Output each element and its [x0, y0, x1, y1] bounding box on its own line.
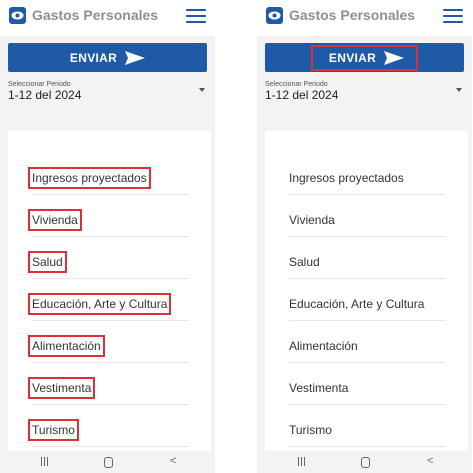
category-item-alimentacion[interactable]: Alimentación: [289, 321, 446, 363]
category-label: Vivienda: [289, 213, 335, 227]
category-item-turismo[interactable]: Turismo: [289, 405, 446, 447]
dropdown-caret-icon: [456, 88, 462, 92]
app-bar: Gastos Personales: [257, 0, 472, 36]
period-select[interactable]: Seleccionar Periodo 1-12 del 2024: [265, 80, 464, 104]
send-arrow-icon: [384, 50, 405, 65]
category-label: Educación, Arte y Cultura: [289, 297, 425, 311]
category-label: Vestimenta: [27, 377, 96, 399]
category-item-vivienda[interactable]: Vivienda: [289, 195, 446, 237]
recent-apps-icon[interactable]: [297, 457, 307, 466]
category-item-educacion[interactable]: Educación, Arte y Cultura: [27, 279, 189, 321]
category-label: Alimentación: [289, 339, 358, 353]
home-icon[interactable]: [104, 457, 113, 468]
category-item-ingresos[interactable]: Ingresos proyectados: [28, 153, 189, 195]
android-nav-bar: <: [0, 451, 215, 473]
send-button[interactable]: ENVIAR: [265, 43, 464, 72]
period-label: Seleccionar Periodo: [265, 81, 328, 88]
divider: [289, 446, 446, 447]
android-nav-bar: <: [257, 451, 472, 473]
send-button-label: ENVIAR: [328, 50, 377, 65]
category-label: Alimentación: [28, 335, 105, 357]
divider: [32, 446, 189, 447]
hamburger-menu-icon[interactable]: [443, 9, 463, 24]
back-icon[interactable]: <: [427, 456, 433, 467]
category-item-salud[interactable]: Salud: [28, 237, 189, 279]
category-item-ingresos[interactable]: Ingresos proyectados: [289, 153, 446, 195]
category-item-educacion[interactable]: Educación, Arte y Cultura: [289, 279, 446, 321]
category-label: Ingresos proyectados: [289, 171, 404, 185]
period-label: Seleccionar Periodo: [8, 81, 71, 88]
category-label: Salud: [28, 251, 67, 273]
category-item-turismo[interactable]: Turismo: [28, 405, 189, 447]
category-label: Turismo: [289, 423, 332, 437]
screen-left: Gastos Personales ENVIAR Seleccionar Per…: [0, 0, 215, 473]
send-arrow-icon: [125, 50, 146, 65]
screen-right: Gastos Personales ENVIAR Seleccionar Per…: [257, 0, 472, 473]
category-card: Ingresos proyectados Vivienda Salud Educ…: [265, 131, 468, 451]
category-item-alimentacion[interactable]: Alimentación: [28, 321, 189, 363]
category-label: Turismo: [28, 419, 79, 441]
app-title: Gastos Personales: [289, 7, 416, 23]
app-logo-eye-icon: [9, 7, 26, 24]
period-select[interactable]: Seleccionar Periodo 1-12 del 2024: [8, 80, 207, 104]
category-item-vivienda[interactable]: Vivienda: [28, 195, 189, 237]
category-label: Educación, Arte y Cultura: [27, 293, 172, 315]
send-button-highlight: ENVIAR: [310, 44, 419, 71]
dropdown-caret-icon: [199, 88, 205, 92]
home-icon[interactable]: [361, 457, 370, 468]
app-logo-eye-icon: [266, 7, 283, 24]
app-bar: Gastos Personales: [0, 0, 215, 36]
category-label: Vivienda: [28, 209, 82, 231]
category-label: Salud: [289, 255, 320, 269]
app-title: Gastos Personales: [32, 7, 159, 23]
send-button-label: ENVIAR: [69, 50, 118, 65]
recent-apps-icon[interactable]: [40, 457, 50, 466]
category-item-salud[interactable]: Salud: [289, 237, 446, 279]
category-item-vestimenta[interactable]: Vestimenta: [289, 363, 446, 405]
period-value: 1-12 del 2024: [8, 88, 82, 102]
hamburger-menu-icon[interactable]: [186, 9, 206, 24]
send-button[interactable]: ENVIAR: [8, 43, 207, 72]
period-value: 1-12 del 2024: [265, 88, 339, 102]
category-label: Vestimenta: [289, 381, 349, 395]
category-card: Ingresos proyectados Vivienda Salud Educ…: [8, 131, 211, 451]
back-icon[interactable]: <: [170, 456, 176, 467]
category-label: Ingresos proyectados: [28, 167, 151, 189]
category-item-vestimenta[interactable]: Vestimenta: [27, 363, 189, 405]
